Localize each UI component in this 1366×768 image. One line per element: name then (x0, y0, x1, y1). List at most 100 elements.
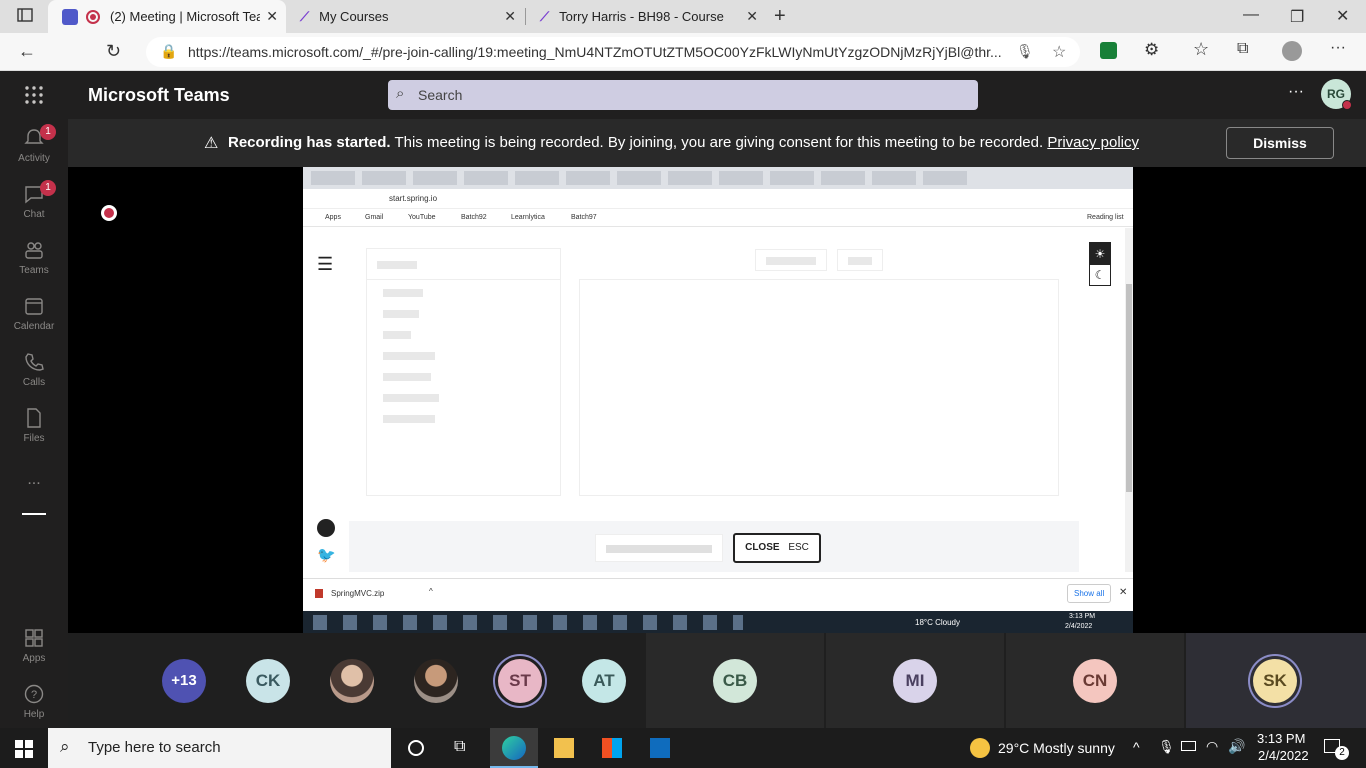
shared-url: start.spring.io (389, 194, 438, 203)
cortana-button[interactable] (392, 728, 440, 768)
search-input[interactable]: ⌕ Search (388, 80, 978, 110)
shared-date: 2/4/2022 (1065, 623, 1093, 630)
participant-avatar[interactable]: CK (246, 659, 290, 703)
app-launcher-icon[interactable] (24, 85, 44, 110)
rail-label: Calls (22, 377, 46, 388)
show-all-button: Show all (1067, 584, 1112, 603)
participant-photo[interactable] (414, 659, 458, 703)
zip-file-icon (315, 589, 323, 598)
volume-icon[interactable]: 🔊 (1228, 738, 1245, 755)
participant-initials: CN (1082, 671, 1108, 690)
tab-teams-meeting[interactable]: (2) Meeting | Microsoft Teams ✕ (48, 0, 286, 33)
rail-item-files[interactable]: Files (0, 407, 68, 444)
privacy-policy-link[interactable]: Privacy policy (1047, 134, 1139, 151)
rail-item-activity[interactable]: 1 Activity (0, 124, 68, 164)
shared-scrollbar (1125, 228, 1133, 572)
participant-initials: ST (509, 671, 531, 690)
overflow-participants-button[interactable]: +13 (162, 659, 206, 703)
close-tab-icon[interactable]: ✕ (504, 8, 516, 25)
store-app[interactable] (588, 728, 636, 768)
skeleton-button (755, 249, 827, 271)
participant-photo[interactable] (330, 659, 374, 703)
microphone-tray-icon[interactable]: 🎙 (1158, 739, 1175, 755)
reading-list: Reading list (1087, 214, 1124, 221)
participant-tile[interactable]: MI (826, 633, 1004, 728)
clock-date[interactable]: 2/4/2022 (1258, 748, 1309, 763)
rail-item-help[interactable]: ? Help (0, 683, 68, 720)
participant-tile[interactable]: CN (1006, 633, 1184, 728)
taskbar-search-input[interactable]: ⌕ Type here to search (48, 728, 391, 768)
weather-sun-icon (970, 738, 990, 758)
skeleton-input (595, 534, 723, 562)
address-bar[interactable]: 🔒 https://teams.microsoft.com/_#/pre-joi… (146, 37, 1080, 67)
start-windows-icon[interactable] (15, 740, 33, 763)
favorites-icon[interactable]: ☆ (1193, 39, 1209, 60)
app-title: Microsoft Teams (88, 85, 230, 105)
rail-divider (22, 513, 46, 515)
restore-icon[interactable]: ❐ (1290, 7, 1304, 27)
avatar[interactable]: RG (1321, 79, 1352, 110)
participants-strip: +13 CK ST AT CB MI CN SK (68, 633, 1366, 728)
battery-icon[interactable] (1181, 741, 1196, 751)
new-tab-icon[interactable]: + (774, 5, 786, 28)
rail-label: Calendar (13, 321, 55, 332)
activity-badge: 1 (40, 124, 56, 140)
shared-screen: start.spring.io Apps Gmail YouTube Batch… (303, 167, 1133, 634)
rail-label: Files (23, 433, 45, 444)
extension-green-icon[interactable] (1100, 42, 1117, 59)
rail-more-button[interactable]: ... (0, 471, 68, 489)
task-view-button[interactable]: ⧉ (440, 728, 488, 768)
extensions-icon[interactable]: ⚙ (1144, 40, 1159, 60)
participant-avatar[interactable]: AT (582, 659, 626, 703)
windows-taskbar: ⌕ Type here to search ⧉ 29°C Mostly sunn… (0, 728, 1366, 768)
chevron-up-icon[interactable]: ^ (1133, 739, 1140, 755)
weather-widget[interactable]: 29°C Mostly sunny (968, 728, 1128, 768)
rail-label: Teams (19, 265, 49, 276)
github-icon (317, 519, 335, 537)
close-label: CLOSE (745, 542, 780, 553)
file-explorer-app[interactable] (540, 728, 588, 768)
close-window-icon[interactable]: ✕ (1336, 6, 1349, 26)
rail-label: Activity (18, 153, 50, 164)
rail-item-apps[interactable]: Apps (0, 627, 68, 664)
weather-text: 29°C Mostly sunny (998, 740, 1115, 756)
participant-tile[interactable]: CB (646, 633, 824, 728)
close-tab-icon[interactable]: ✕ (266, 8, 278, 25)
tab-my-courses[interactable]: ⟋ My Courses ✕ (286, 0, 524, 33)
participant-avatar: MI (893, 659, 937, 703)
rail-item-calls[interactable]: Calls (0, 351, 68, 388)
collections-icon[interactable]: ⧉ (1237, 40, 1248, 58)
teams-favicon-icon (62, 8, 78, 25)
more-options-icon[interactable]: ··· (1288, 83, 1304, 101)
rail-label: Chat (23, 209, 45, 220)
tab-actions-icon[interactable] (17, 7, 33, 28)
notifications-button[interactable]: 2 (1322, 736, 1349, 760)
participant-tile[interactable]: SK (1186, 633, 1366, 728)
wifi-icon[interactable]: ◠ (1206, 738, 1218, 755)
back-icon[interactable]: ← (18, 41, 36, 62)
rail-item-teams[interactable]: Teams (0, 239, 68, 276)
menu-more-icon[interactable]: ··· (1330, 39, 1346, 57)
favorite-icon[interactable]: ☆ (1052, 42, 1066, 62)
rail-item-calendar[interactable]: Calendar (0, 295, 68, 332)
banner-bold-text: Recording has started. (228, 134, 391, 151)
microphone-icon[interactable]: 🎙 (1016, 43, 1034, 60)
file-icon (27, 408, 41, 428)
dismiss-button[interactable]: Dismiss (1226, 127, 1334, 159)
rail-item-chat[interactable]: 1 Chat (0, 180, 68, 220)
lock-icon: 🔒 (160, 43, 178, 59)
rail-label: Apps (22, 653, 46, 664)
search-icon: ⌕ (60, 737, 70, 756)
mail-app[interactable] (636, 728, 684, 768)
edge-taskbar-app[interactable] (490, 728, 538, 768)
participant-avatar-speaking: SK (1253, 659, 1297, 703)
minimize-icon[interactable]: — (1243, 6, 1259, 24)
recording-banner: ⚠ Recording has started. This meeting is… (68, 119, 1366, 167)
participant-avatar-speaking[interactable]: ST (498, 659, 542, 703)
profile-icon[interactable] (1282, 41, 1302, 61)
shared-weather: 18°C Cloudy (915, 618, 960, 627)
refresh-icon[interactable]: ↻ (106, 41, 121, 62)
close-tab-icon[interactable]: ✕ (746, 8, 758, 25)
tab-torry-harris[interactable]: ⟋ Torry Harris - BH98 - Course ✕ (526, 0, 766, 33)
clock-time[interactable]: 3:13 PM (1257, 731, 1305, 746)
